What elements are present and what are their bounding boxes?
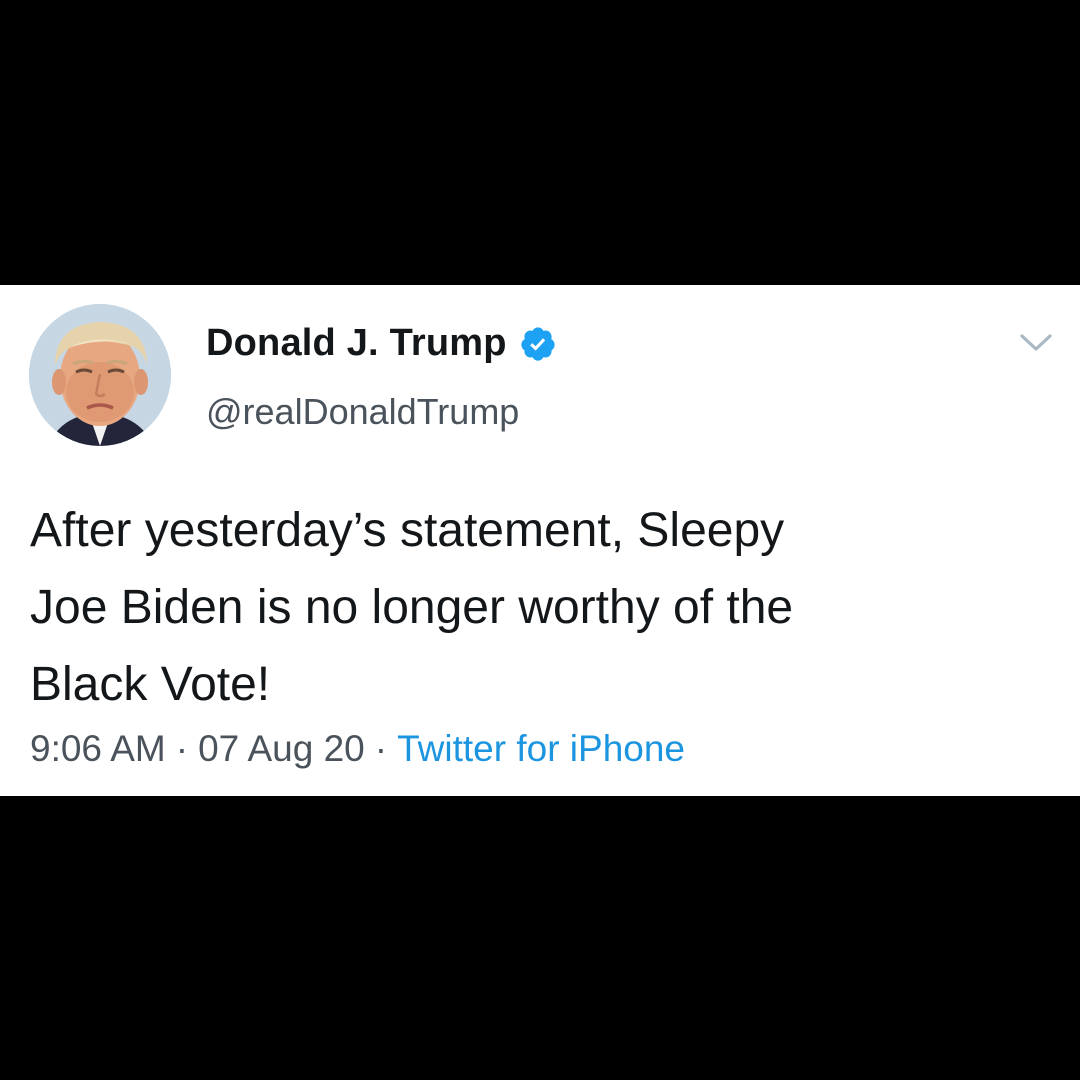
tweet-date[interactable]: 07 Aug 20 bbox=[198, 728, 365, 769]
tweet-card[interactable]: Donald J. Trump @realDonaldTrump After y… bbox=[0, 285, 1080, 796]
tweet-source-link[interactable]: Twitter for iPhone bbox=[397, 728, 685, 769]
tweet-time[interactable]: 9:06 AM bbox=[30, 728, 166, 769]
chevron-down-icon[interactable] bbox=[1018, 330, 1054, 356]
tweet-text: After yesterday’s statement, Sleepy Joe … bbox=[30, 492, 1030, 723]
avatar[interactable] bbox=[29, 304, 171, 446]
meta-separator: · bbox=[175, 728, 189, 769]
tweet-text-line: After yesterday’s statement, Sleepy bbox=[30, 504, 785, 557]
tweet-text-line: Black Vote! bbox=[30, 658, 271, 711]
tweet-meta: 9:06 AM · 07 Aug 20 · Twitter for iPhone bbox=[30, 728, 685, 770]
tweet-text-line: Joe Biden is no longer worthy of the bbox=[30, 581, 794, 634]
author-handle[interactable]: @realDonaldTrump bbox=[206, 391, 519, 433]
display-name[interactable]: Donald J. Trump bbox=[206, 322, 507, 365]
author-name-row[interactable]: Donald J. Trump bbox=[206, 322, 557, 365]
profile-photo-icon bbox=[29, 304, 171, 446]
verified-badge-icon bbox=[519, 325, 557, 363]
screenshot-frame: Donald J. Trump @realDonaldTrump After y… bbox=[0, 0, 1080, 1080]
meta-separator: · bbox=[374, 728, 388, 769]
